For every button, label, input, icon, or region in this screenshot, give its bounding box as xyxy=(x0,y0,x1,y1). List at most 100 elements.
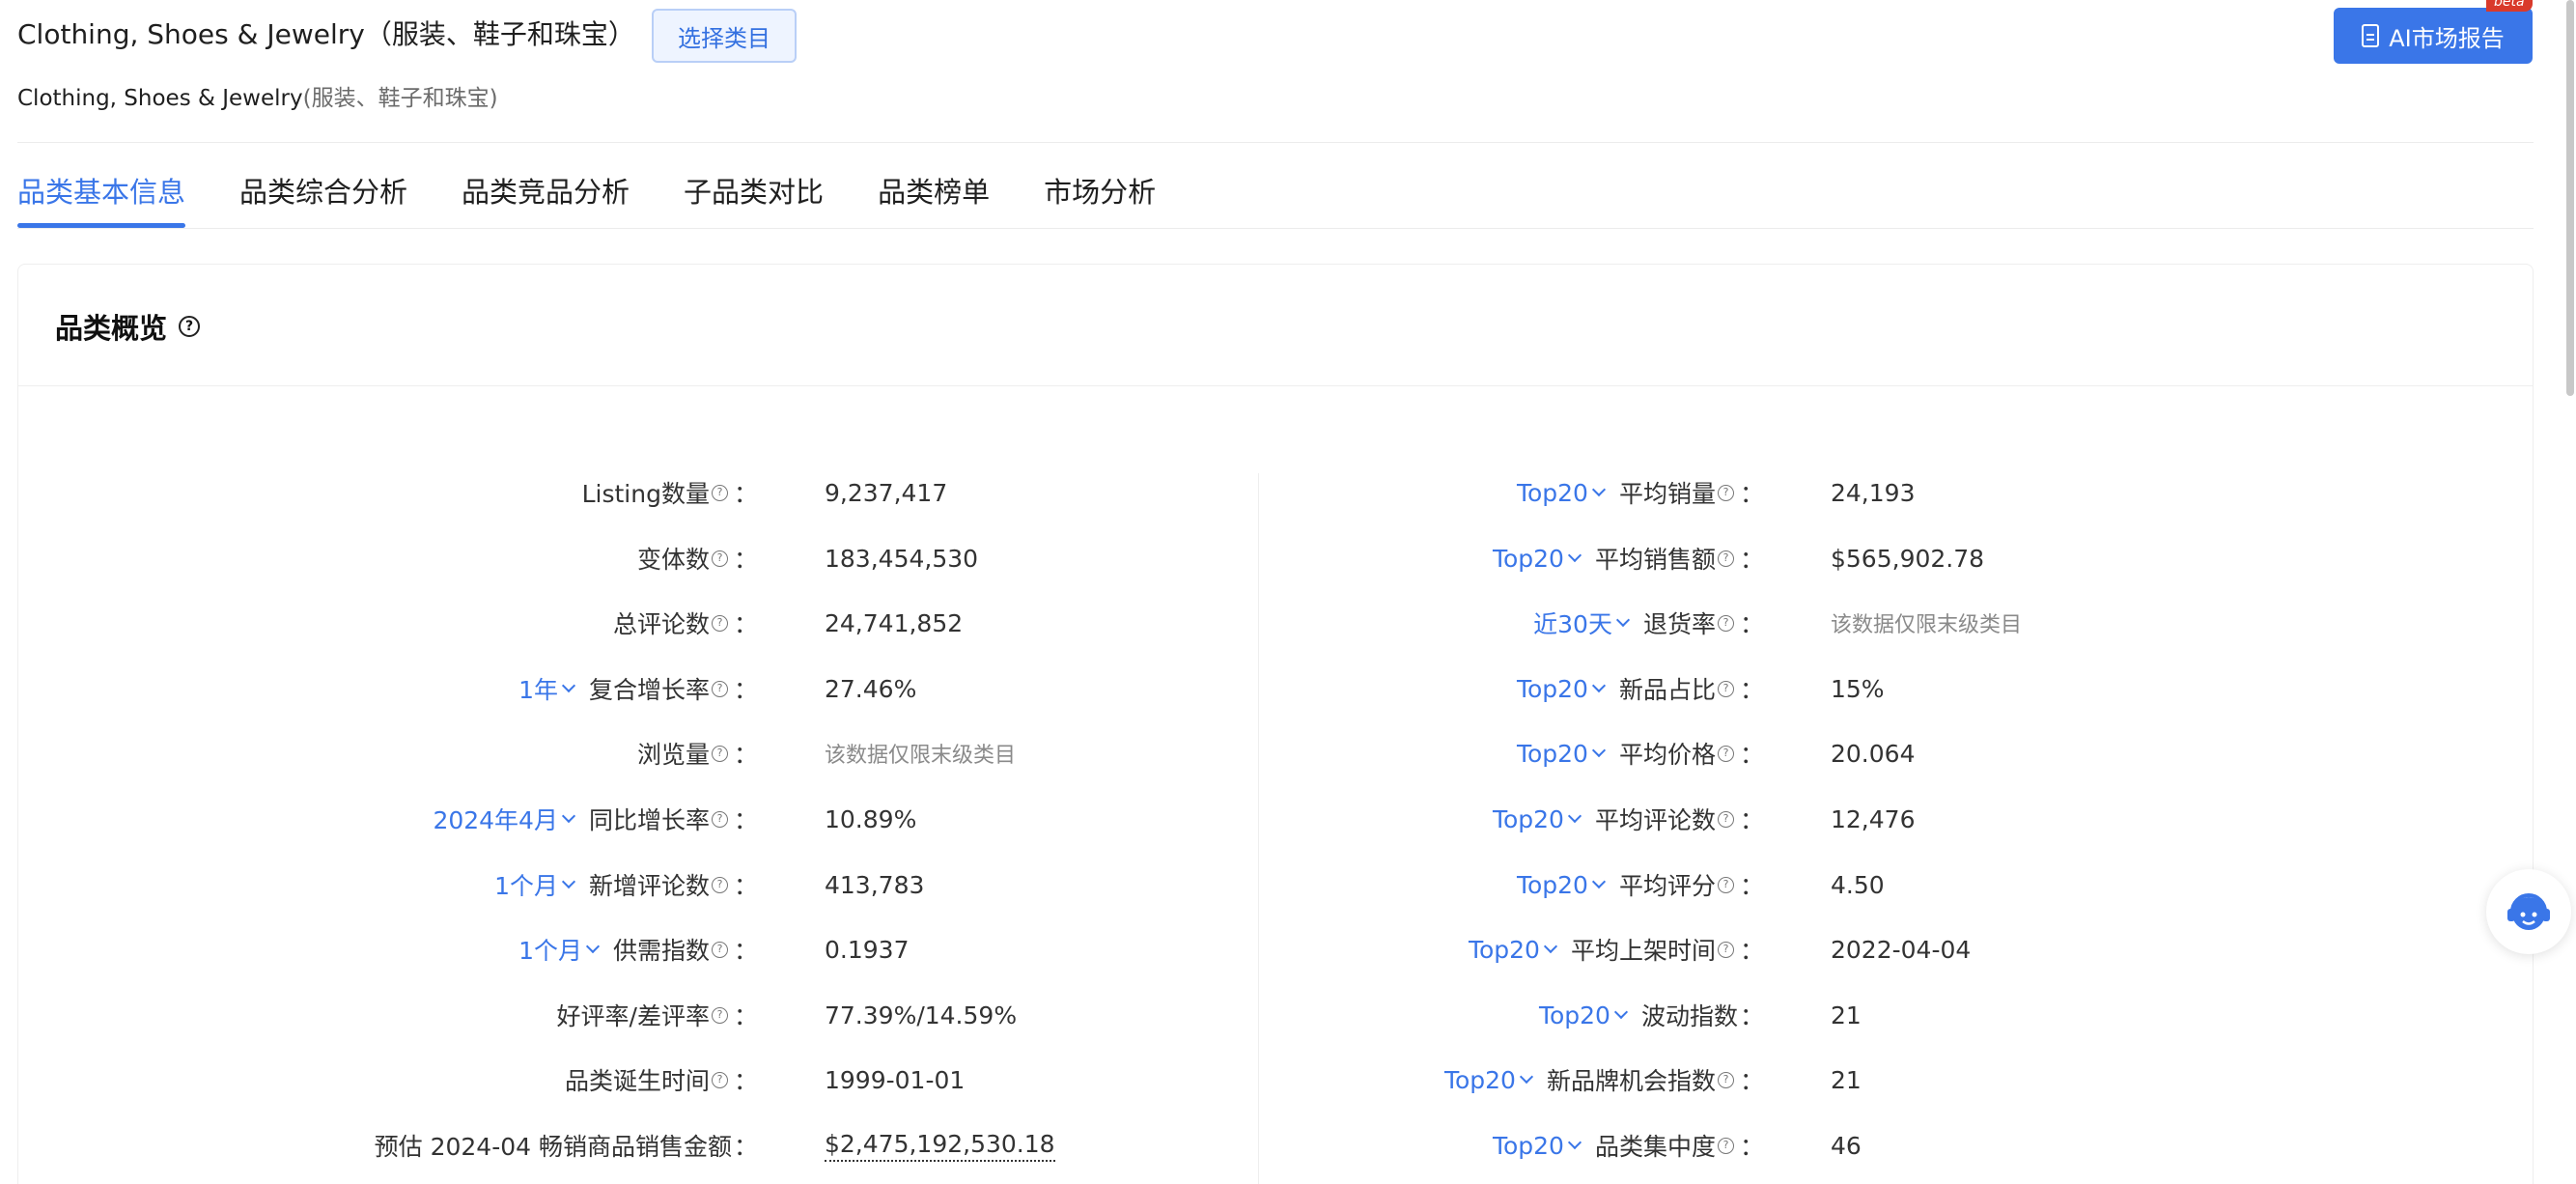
help-icon[interactable]: ? xyxy=(1717,810,1734,828)
right-metric-row: Top20 平均销售额? ： $565,902.78 xyxy=(0,539,2576,578)
label-colon: ： xyxy=(1739,872,1764,900)
tab-category-ranking[interactable]: 品类榜单 xyxy=(878,172,990,230)
period-dropdown[interactable]: Top20 xyxy=(1492,804,1582,833)
period-dropdown-label: Top20 xyxy=(1443,1065,1516,1094)
metric-label: 退货率 xyxy=(1642,610,1716,638)
category-subtitle-en: Clothing, Shoes & Jewelry xyxy=(17,86,303,111)
metric-value: 4.50 xyxy=(1831,870,1885,899)
help-icon[interactable]: ? xyxy=(1717,680,1734,697)
right-metric-row: Top20 平均价格? ： 20.064 xyxy=(0,734,2576,773)
chevron-down-icon xyxy=(1591,743,1607,758)
metric-label-group: Top20 平均上架时间? ： xyxy=(1469,932,1764,967)
metric-label-group: Top20 平均销量? ： xyxy=(1517,475,1764,510)
period-dropdown-label: 近30天 xyxy=(1533,610,1612,638)
period-dropdown-label: Top20 xyxy=(1516,739,1588,768)
metric-label: 新品占比 xyxy=(1618,676,1716,704)
label-colon: ： xyxy=(1739,480,1764,508)
metric-label-group: Top20 平均销售额? ： xyxy=(1493,541,1764,576)
metric-label-group: Top20 平均价格? ： xyxy=(1517,736,1764,771)
metric-value: $565,902.78 xyxy=(1831,544,1985,573)
period-dropdown[interactable]: Top20 xyxy=(1443,1065,1534,1094)
help-icon[interactable]: ? xyxy=(1717,1071,1734,1088)
period-dropdown-label: Top20 xyxy=(1492,1131,1564,1160)
tab-subcategory-compare[interactable]: 子品类对比 xyxy=(684,172,824,230)
period-dropdown[interactable]: Top20 xyxy=(1493,545,1582,573)
period-dropdown-label: Top20 xyxy=(1468,935,1540,964)
right-metric-row: Top20 平均上架时间? ： 2022-04-04 xyxy=(0,930,2576,969)
tab-market-analysis[interactable]: 市场分析 xyxy=(1044,172,1156,230)
label-colon: ： xyxy=(1739,1067,1764,1095)
right-metric-row: 近30天 退货率? ： 该数据仅限末级类目 xyxy=(0,604,2576,642)
help-icon[interactable]: ? xyxy=(1717,550,1734,567)
label-colon: ： xyxy=(1739,741,1764,769)
tab-comprehensive-analysis[interactable]: 品类综合分析 xyxy=(239,172,407,230)
label-colon: ： xyxy=(1739,1133,1764,1161)
period-dropdown[interactable]: Top20 xyxy=(1538,1001,1629,1029)
overview-title: 品类概览 xyxy=(55,312,168,345)
category-overview-card: 品类概览 ? xyxy=(17,264,2534,1184)
chevron-down-icon xyxy=(1591,678,1607,693)
period-dropdown-label: Top20 xyxy=(1538,1001,1610,1029)
right-metric-row: Top20 新品牌机会指数? ： 21 xyxy=(0,1060,2576,1099)
scrollbar-thumb[interactable] xyxy=(2566,0,2574,396)
metric-label-group: 近30天 退货率? ： xyxy=(1533,606,1764,640)
metric-label-group: Top20 波动指数： xyxy=(1539,998,1764,1032)
metric-label: 平均评分 xyxy=(1618,872,1716,900)
metric-label: 新品牌机会指数 xyxy=(1546,1067,1716,1095)
category-title: Clothing, Shoes & Jewelry（服装、鞋子和珠宝） xyxy=(17,18,635,50)
ai-market-report-button[interactable]: AI市场报告 xyxy=(2334,8,2533,64)
metric-label: 平均价格 xyxy=(1618,741,1716,769)
metric-label: 平均销售额 xyxy=(1594,546,1716,574)
period-dropdown-label: Top20 xyxy=(1516,478,1588,507)
period-dropdown-label: Top20 xyxy=(1492,804,1564,833)
label-colon: ： xyxy=(1739,806,1764,834)
ai-market-report-label: AI市场报告 xyxy=(2389,24,2505,52)
help-icon[interactable]: ? xyxy=(1717,1137,1734,1154)
period-dropdown[interactable]: 近30天 xyxy=(1533,606,1631,640)
metric-label: 平均销量 xyxy=(1618,480,1716,508)
metric-value: 21 xyxy=(1831,1001,1862,1029)
label-colon: ： xyxy=(1739,1002,1764,1030)
metric-label-group: Top20 平均评分? ： xyxy=(1517,867,1764,902)
metric-value: 21 xyxy=(1831,1065,1862,1094)
category-subtitle: Clothing, Shoes & Jewelry(服装、鞋子和珠宝) xyxy=(17,83,498,114)
tab-basic-info[interactable]: 品类基本信息 xyxy=(17,172,186,230)
period-dropdown[interactable]: Top20 xyxy=(1516,870,1607,899)
metric-label: 平均上架时间 xyxy=(1570,937,1716,965)
metric-label-group: Top20 新品占比? ： xyxy=(1517,671,1764,706)
right-metric-row: Top20 品类集中度? ： 46 xyxy=(0,1126,2576,1165)
help-icon[interactable]: ? xyxy=(1717,484,1734,501)
metric-value: 15% xyxy=(1831,674,1885,703)
label-colon: ： xyxy=(1739,937,1764,965)
metric-label: 波动指数 xyxy=(1640,1002,1738,1030)
metric-label: 品类集中度 xyxy=(1594,1133,1716,1161)
metric-value: 12,476 xyxy=(1831,804,1916,833)
help-icon[interactable]: ? xyxy=(1717,876,1734,893)
card-title: 品类概览 ? xyxy=(55,306,201,347)
select-category-button[interactable]: 选择类目 xyxy=(652,9,797,63)
label-colon: ： xyxy=(1739,546,1764,574)
chevron-down-icon xyxy=(1613,1004,1629,1020)
help-icon[interactable]: ? xyxy=(179,316,201,337)
period-dropdown[interactable]: Top20 xyxy=(1492,1131,1582,1160)
help-icon[interactable]: ? xyxy=(1717,941,1734,958)
tab-bar: 品类基本信息 品类综合分析 品类竞品分析 子品类对比 品类榜单 市场分析 xyxy=(17,172,1210,230)
headset-icon xyxy=(2507,893,2550,930)
period-dropdown[interactable]: Top20 xyxy=(1468,935,1558,964)
tab-competitor-analysis[interactable]: 品类竞品分析 xyxy=(462,172,630,230)
chevron-down-icon xyxy=(1591,874,1607,889)
beta-badge: beta xyxy=(2486,0,2533,12)
period-dropdown-label: Top20 xyxy=(1516,674,1588,703)
period-dropdown[interactable]: Top20 xyxy=(1516,674,1607,703)
label-colon: ： xyxy=(1739,610,1764,638)
chevron-down-icon xyxy=(1591,482,1607,497)
category-subtitle-zh: (服装、鞋子和珠宝) xyxy=(302,86,498,111)
metric-value: 该数据仅限末级类目 xyxy=(1831,613,2023,637)
customer-service-button[interactable] xyxy=(2486,869,2571,954)
period-dropdown[interactable]: Top20 xyxy=(1516,478,1607,507)
period-dropdown-label: Top20 xyxy=(1516,870,1588,899)
period-dropdown[interactable]: Top20 xyxy=(1516,739,1607,768)
help-icon[interactable]: ? xyxy=(1717,614,1734,632)
help-icon[interactable]: ? xyxy=(1717,745,1734,762)
card-header: 品类概览 ? xyxy=(18,265,2533,386)
